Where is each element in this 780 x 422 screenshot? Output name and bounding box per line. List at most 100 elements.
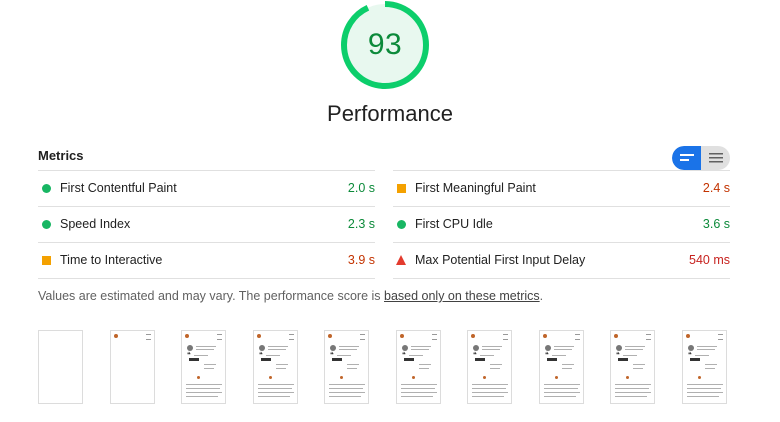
metric-value: 2.4 s bbox=[702, 181, 730, 195]
frame-text-line bbox=[276, 364, 288, 365]
view-compact-icon bbox=[679, 154, 694, 161]
frame-badge-icon bbox=[626, 376, 629, 379]
frame-text-line bbox=[329, 388, 363, 389]
frame-menu-icon bbox=[503, 334, 508, 340]
frame-text-line bbox=[401, 392, 437, 393]
view-expanded-button[interactable] bbox=[701, 146, 730, 170]
frame-logo-icon bbox=[328, 334, 332, 338]
frame-badge-icon bbox=[555, 376, 558, 379]
frame-text-line bbox=[472, 396, 504, 397]
frame-text-line bbox=[687, 384, 723, 385]
metric-label: First Contentful Paint bbox=[60, 181, 177, 195]
frame-text-line bbox=[472, 388, 506, 389]
metrics-column-left: First Contentful Paint 2.0 s Speed Index… bbox=[38, 170, 375, 279]
metric-label: First CPU Idle bbox=[415, 217, 493, 231]
frame-avatar bbox=[688, 345, 694, 351]
frame-text-line bbox=[266, 355, 280, 356]
filmstrip-frame: ❝ bbox=[253, 330, 298, 404]
performance-gauge: 93 bbox=[340, 0, 430, 90]
frame-text-line bbox=[204, 364, 216, 365]
frame-avatar bbox=[330, 345, 336, 351]
frame-menu-icon bbox=[575, 334, 580, 340]
frame-text-line bbox=[562, 364, 574, 365]
frame-text-line bbox=[411, 346, 431, 347]
frame-text-line bbox=[615, 396, 647, 397]
frame-text-line bbox=[697, 346, 717, 347]
pass-icon bbox=[42, 220, 51, 229]
frame-text-line bbox=[615, 388, 649, 389]
frame-text-line bbox=[186, 388, 220, 389]
filmstrip-frame: ❝ bbox=[539, 330, 584, 404]
frame-text-line bbox=[687, 388, 721, 389]
frame-text-line bbox=[419, 364, 431, 365]
filmstrip-frame: ❝ bbox=[682, 330, 727, 404]
view-compact-button[interactable] bbox=[672, 146, 701, 170]
frame-text-line bbox=[697, 349, 715, 350]
frame-text-line bbox=[480, 355, 494, 356]
frame-heading bbox=[261, 358, 271, 361]
frame-text-line bbox=[615, 392, 651, 393]
frame-text-line bbox=[552, 355, 566, 356]
frame-heading bbox=[618, 358, 628, 361]
frame-text-line bbox=[625, 349, 643, 350]
score-note-suffix: . bbox=[539, 289, 544, 303]
frame-logo-icon bbox=[400, 334, 404, 338]
metric-value: 3.9 s bbox=[347, 253, 375, 267]
frame-menu-icon bbox=[289, 334, 294, 340]
frame-logo-icon bbox=[114, 334, 118, 338]
frame-text-line bbox=[554, 349, 572, 350]
frame-text-line bbox=[401, 384, 437, 385]
frame-text-line bbox=[544, 384, 580, 385]
pass-icon bbox=[397, 220, 406, 229]
metric-value: 2.3 s bbox=[347, 217, 375, 231]
average-icon bbox=[42, 256, 51, 265]
filmstrip-frame: ❝ bbox=[181, 330, 226, 404]
filmstrip-frame bbox=[110, 330, 155, 404]
frame-menu-icon bbox=[432, 334, 437, 340]
frame-menu-icon bbox=[217, 334, 222, 340]
filmstrip-frame: ❝ bbox=[467, 330, 512, 404]
metric-time-to-interactive: Time to Interactive 3.9 s bbox=[38, 242, 375, 279]
frame-text-line bbox=[186, 384, 222, 385]
score-calculator-link[interactable]: based only on these metrics bbox=[384, 289, 540, 303]
frame-text-line bbox=[623, 355, 637, 356]
frame-text-line bbox=[490, 364, 502, 365]
frame-badge-icon bbox=[269, 376, 272, 379]
frame-logo-icon bbox=[257, 334, 261, 338]
frame-badge-icon bbox=[698, 376, 701, 379]
filmstrip: ❝ ❝ ❝ ❝ ❝ ❝ ❝ ❝ bbox=[38, 330, 730, 406]
frame-text-line bbox=[204, 368, 214, 369]
metrics-view-toggle[interactable] bbox=[672, 146, 730, 170]
frame-badge-icon bbox=[483, 376, 486, 379]
frame-text-line bbox=[337, 355, 351, 356]
frame-text-line bbox=[258, 396, 290, 397]
frame-text-line bbox=[339, 349, 357, 350]
filmstrip-frame bbox=[38, 330, 83, 404]
frame-text-line bbox=[401, 388, 435, 389]
frame-text-line bbox=[705, 368, 715, 369]
frame-text-line bbox=[409, 355, 423, 356]
frame-text-line bbox=[472, 392, 508, 393]
frame-text-line bbox=[347, 368, 357, 369]
metric-label: Max Potential First Input Delay bbox=[415, 253, 586, 267]
pass-icon bbox=[42, 184, 51, 193]
frame-text-line bbox=[186, 396, 218, 397]
frame-heading bbox=[690, 358, 700, 361]
metric-label: Time to Interactive bbox=[60, 253, 163, 267]
frame-avatar bbox=[402, 345, 408, 351]
frame-avatar bbox=[187, 345, 193, 351]
average-icon bbox=[397, 184, 406, 193]
frame-badge-icon bbox=[197, 376, 200, 379]
view-expanded-icon bbox=[708, 153, 723, 163]
frame-text-line bbox=[268, 349, 286, 350]
metrics-column-right: First Meaningful Paint 2.4 s First CPU I… bbox=[393, 170, 730, 279]
metric-label: Speed Index bbox=[60, 217, 131, 231]
frame-text-line bbox=[196, 349, 214, 350]
frame-text-line bbox=[633, 364, 645, 365]
frame-menu-icon bbox=[360, 334, 365, 340]
metric-first-cpu-idle: First CPU Idle 3.6 s bbox=[393, 206, 730, 242]
frame-text-line bbox=[615, 384, 651, 385]
frame-heading bbox=[189, 358, 199, 361]
frame-text-line bbox=[625, 346, 645, 347]
frame-text-line bbox=[482, 346, 502, 347]
